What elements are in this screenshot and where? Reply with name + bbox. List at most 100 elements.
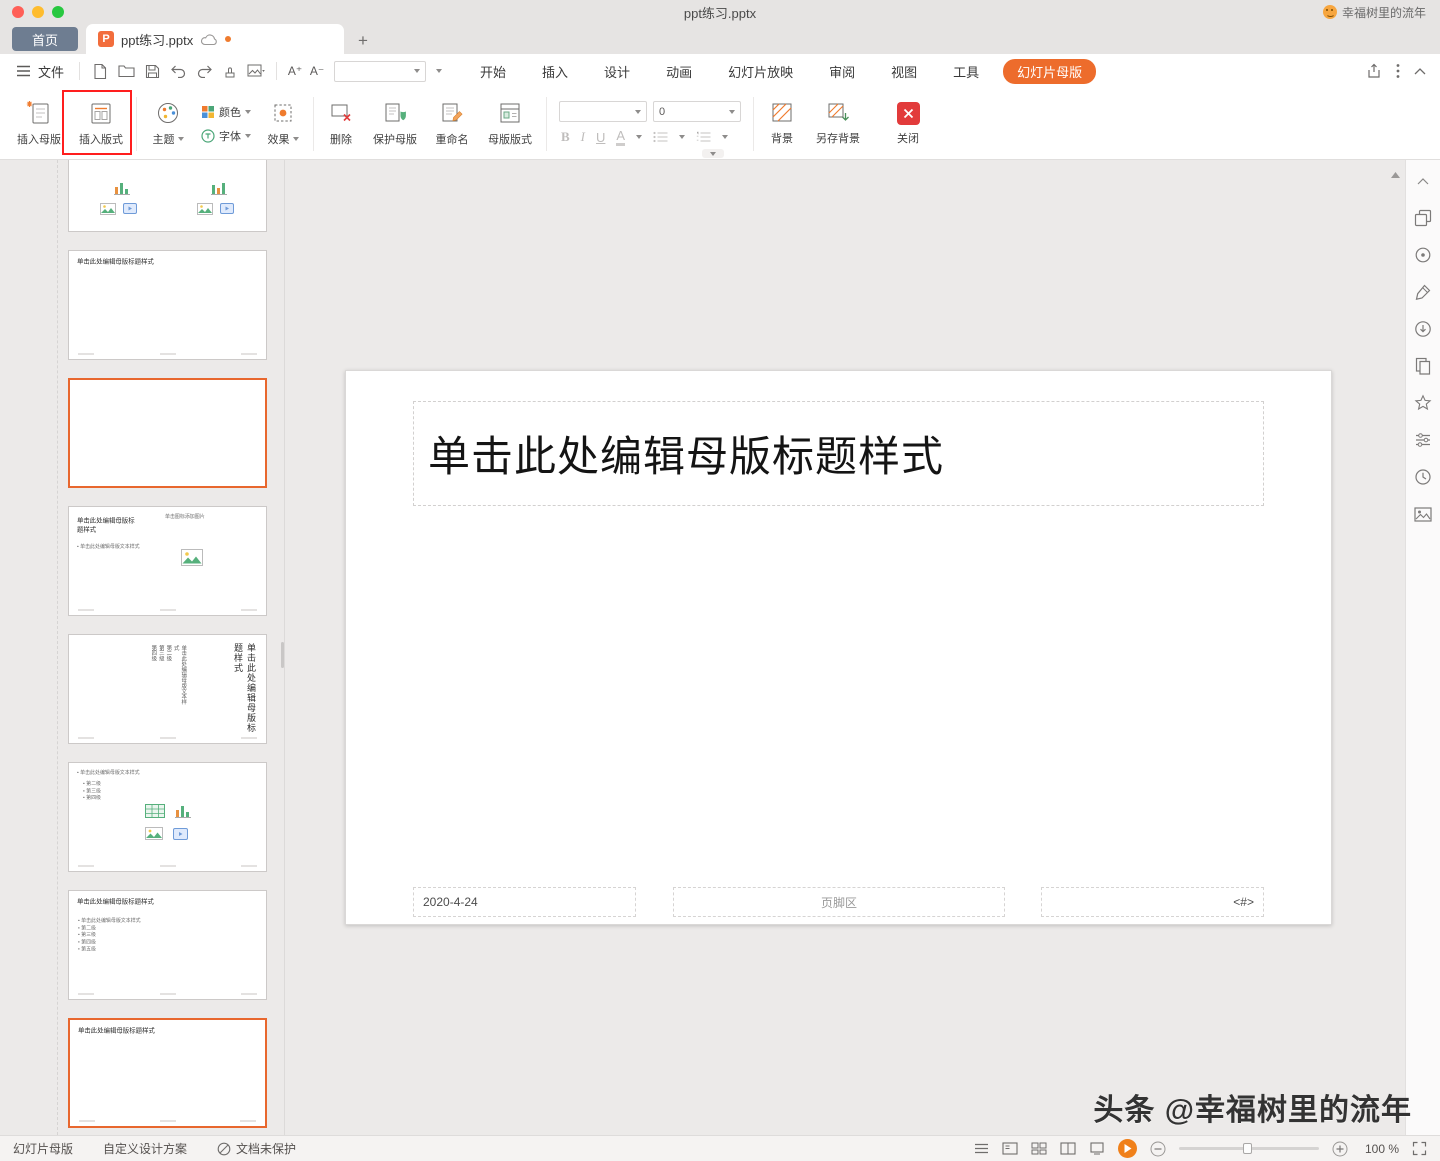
more-options-icon[interactable] (1396, 63, 1400, 79)
colors-button[interactable]: 颜色 (201, 104, 251, 120)
tab-review[interactable]: 审阅 (829, 62, 855, 81)
zoom-out-button[interactable] (1150, 1141, 1166, 1157)
layout-thumbnail-2[interactable]: 单击此处编辑母版标题样式 (68, 250, 267, 360)
document-tab[interactable]: P ppt练习.pptx (86, 24, 344, 54)
increase-font-button[interactable]: A⁺ (284, 64, 306, 78)
theme-button[interactable]: 主题 (141, 92, 195, 156)
save-icon[interactable] (140, 59, 164, 83)
layout-thumbnail-4[interactable]: 单击此处编辑母版标 题样式 • 单击此处编辑母版文本样式 单击图标添加图片 (68, 506, 267, 616)
account-badge[interactable]: 幸福树里的流年 (1322, 4, 1426, 21)
decrease-font-button[interactable]: A⁻ (306, 64, 328, 78)
effects-button[interactable]: 效果 (257, 92, 309, 156)
layout-thumbnail-3-selected[interactable] (68, 378, 267, 488)
tab-design[interactable]: 设计 (604, 62, 630, 81)
delete-button[interactable]: 删除 (318, 92, 364, 156)
home-button[interactable]: 首页 (12, 27, 78, 51)
redo-icon[interactable] (192, 59, 216, 83)
layout-thumbnail-5[interactable]: 单击此处编辑母版标题样式 单击此处编辑母版文本样式 第二级 第三级 第四级 (68, 634, 267, 744)
footer-placeholder[interactable]: 页脚区 (673, 887, 1005, 917)
layout-thumbnail-panel[interactable]: • 单击此处编辑母版文本样式 • 单击此处编辑母版文本样式 (0, 160, 285, 1135)
fit-to-window-icon[interactable] (1412, 1141, 1427, 1156)
bullet-list-button[interactable] (653, 131, 668, 143)
title-placeholder[interactable]: 单击此处编辑母版标题样式 (413, 401, 1264, 506)
zoom-percentage[interactable]: 100 % (1361, 1142, 1399, 1156)
download-resources-icon[interactable] (1414, 320, 1432, 338)
tab-slide-master-active[interactable]: 幻灯片母版 (1003, 58, 1097, 84)
insert-layout-button[interactable]: 插入版式 (70, 92, 132, 156)
panel-resize-grip[interactable] (281, 642, 284, 668)
collapse-ribbon-icon[interactable] (1414, 67, 1426, 75)
tab-start[interactable]: 开始 (480, 62, 506, 81)
tab-slideshow[interactable]: 幻灯片放映 (728, 62, 793, 81)
italic-button[interactable]: I (581, 129, 585, 145)
date-placeholder[interactable]: 2020-4-24 (413, 887, 636, 917)
notes-list-icon[interactable] (974, 1143, 989, 1154)
layout-thumbnail-7[interactable]: 单击此处编辑母版标题样式 • 单击此处编辑母版文本样式 • 第二级 • 第三级 … (68, 890, 267, 1000)
adjust-settings-icon[interactable] (1414, 431, 1432, 449)
chevron-down-icon (245, 133, 251, 138)
reading-view-icon[interactable] (1060, 1142, 1076, 1155)
slide-canvas[interactable]: 单击此处编辑母版标题样式 2020-4-24 页脚区 <#> (285, 160, 1405, 1135)
scroll-up-arrow[interactable] (1391, 172, 1400, 178)
page-number-placeholder[interactable]: <#> (1041, 887, 1264, 917)
layout-thumbnail-6[interactable]: • 单击此处编辑母版文本样式 • 第二级 • 第三级 • 第四级 (68, 762, 267, 872)
normal-view-icon[interactable] (1002, 1142, 1018, 1155)
favorites-star-icon[interactable] (1414, 394, 1432, 412)
format-painter-icon[interactable] (218, 59, 242, 83)
slide-sorter-view-icon[interactable] (1031, 1142, 1047, 1155)
selection-pane-icon[interactable] (1414, 209, 1432, 227)
undo-icon[interactable] (166, 59, 190, 83)
main-menu-icon[interactable] (11, 59, 35, 83)
open-file-icon[interactable] (114, 59, 138, 83)
divider (546, 96, 547, 151)
chart-icon (114, 180, 132, 196)
font-name-combobox[interactable] (559, 101, 647, 123)
history-icon[interactable] (1414, 468, 1432, 486)
new-document-icon[interactable] (88, 59, 112, 83)
slide-master-page[interactable]: 单击此处编辑母版标题样式 2020-4-24 页脚区 <#> (345, 370, 1332, 925)
theme-palette-icon (155, 100, 181, 126)
print-layout-icon[interactable] (1089, 1142, 1105, 1155)
zoom-in-button[interactable] (1332, 1141, 1348, 1157)
duplicate-slide-icon[interactable] (1414, 357, 1432, 375)
font-color-button[interactable]: A (616, 129, 626, 146)
master-layout-button[interactable]: 母版版式 (478, 92, 542, 156)
divider (276, 62, 278, 80)
thumb-footer-marks (78, 737, 257, 739)
protect-master-button[interactable]: 保护母版 (364, 92, 426, 156)
tab-view[interactable]: 视图 (891, 62, 917, 81)
image-tool-icon[interactable] (1414, 505, 1432, 523)
share-icon[interactable] (1366, 63, 1382, 79)
document-protection-button[interactable]: 文档未保护 (217, 1140, 296, 1157)
zoom-slider[interactable] (1179, 1143, 1319, 1154)
layout-thumbnail-1[interactable]: • 单击此处编辑母版文本样式 • 单击此处编辑母版文本样式 (68, 160, 267, 232)
fonts-button[interactable]: 字体 (201, 128, 251, 144)
tab-insert[interactable]: 插入 (542, 62, 568, 81)
new-tab-button[interactable]: + (358, 32, 368, 49)
design-scheme-button[interactable]: 自定义设计方案 (103, 1140, 187, 1157)
underline-button[interactable]: U (596, 130, 605, 145)
animation-pane-icon[interactable] (1414, 246, 1432, 264)
ink-pen-icon[interactable] (1414, 283, 1432, 301)
font-size-combobox[interactable]: 0 (653, 101, 741, 123)
tab-animation[interactable]: 动画 (666, 62, 692, 81)
zoom-slider-handle[interactable] (1243, 1143, 1253, 1154)
bold-button[interactable]: B (561, 129, 570, 145)
quick-style-combobox[interactable] (334, 60, 427, 82)
tab-tools[interactable]: 工具 (953, 62, 979, 81)
insert-picture-icon[interactable] (244, 59, 268, 83)
ribbon-collapse-handle[interactable] (702, 149, 724, 158)
numbered-list-button[interactable] (696, 131, 711, 143)
file-menu[interactable]: 文件 (38, 62, 64, 81)
insert-master-button[interactable]: 插入母版 (8, 92, 70, 156)
background-button[interactable]: 背景 (758, 92, 806, 156)
rename-button[interactable]: 重命名 (426, 92, 478, 156)
view-name-label: 幻灯片母版 (13, 1140, 73, 1157)
layout-thumbnail-8-selected[interactable]: 单击此处编辑母版标题样式 (68, 1018, 267, 1128)
slideshow-play-button[interactable] (1118, 1139, 1137, 1158)
close-master-view-button[interactable]: 关闭 (884, 92, 932, 156)
thumb-footer-marks (79, 1120, 256, 1122)
chevron-up-icon[interactable] (1414, 172, 1432, 190)
save-background-button[interactable]: 另存背景 (806, 92, 870, 156)
more-styles-dropdown[interactable] (430, 61, 448, 82)
